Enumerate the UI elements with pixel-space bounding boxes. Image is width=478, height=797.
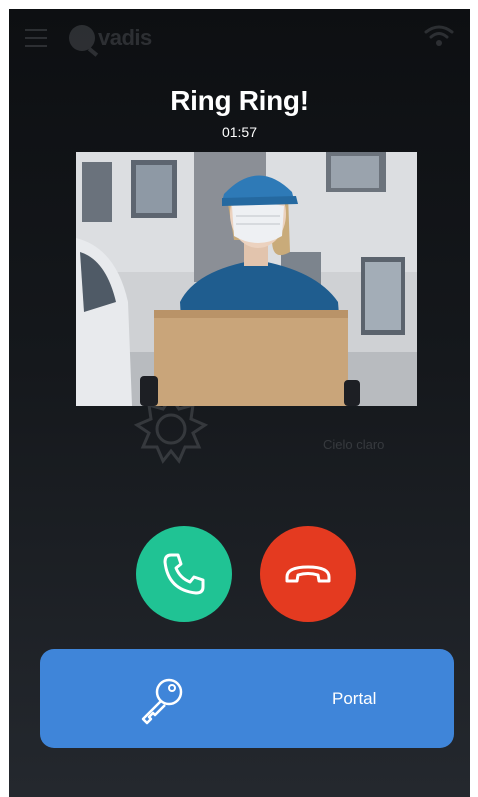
intercom-screen: vadis Cielo claro Ring Ring! 01:57 Porta… [9,9,470,797]
video-frame-image [76,152,417,406]
menu-icon[interactable] [25,29,47,47]
call-title: Ring Ring! [170,85,309,116]
weather-description: Cielo claro [323,437,385,452]
logo-text: vadis [98,25,152,50]
call-timer: 01:57 [221,124,258,140]
app-logo: vadis [69,23,152,53]
logo-q-mark [69,25,95,51]
phone-icon [163,553,205,595]
video-feed [76,152,417,406]
wifi-icon [424,25,454,46]
accept-call-button[interactable] [136,526,232,622]
open-portal-button[interactable]: Portal [40,649,454,748]
portal-label: Portal [332,689,377,708]
key-icon [141,678,183,725]
hang-up-icon [285,565,331,583]
decline-call-button[interactable] [260,526,356,622]
